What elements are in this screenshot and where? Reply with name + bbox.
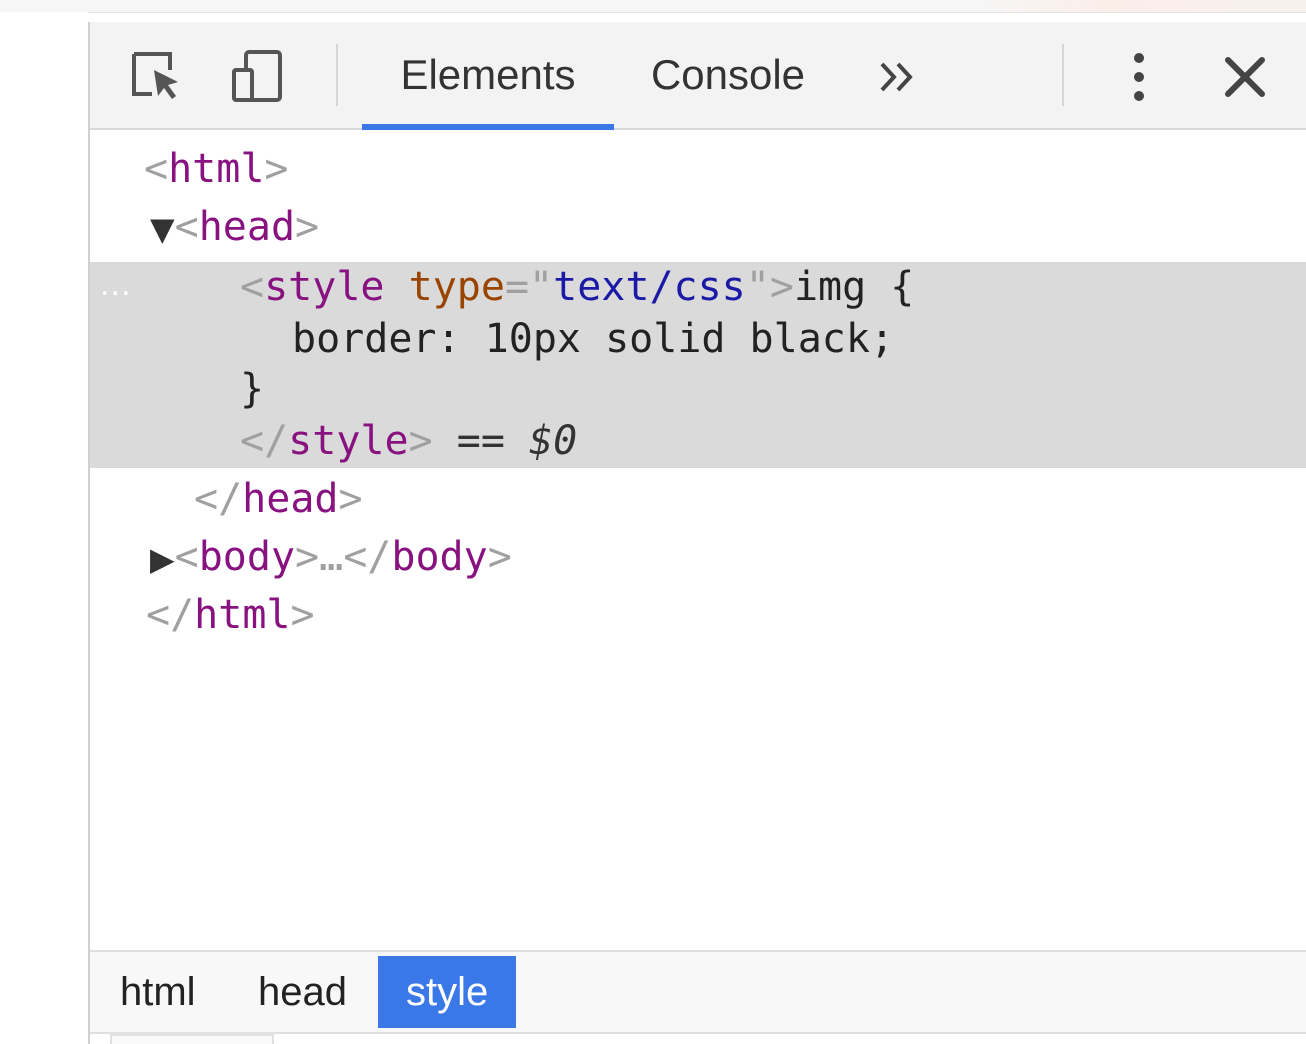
device-toolbar-icon[interactable] (230, 48, 286, 104)
bracket: </ (146, 592, 195, 638)
bracket: > (487, 534, 512, 580)
bracket: </ (194, 476, 243, 522)
breadcrumb-style[interactable]: style (378, 956, 517, 1028)
tree-row-style-body[interactable]: border: 10px solid black; (292, 310, 894, 368)
bracket: > (290, 592, 315, 638)
tree-row-head[interactable]: ▼<head> (150, 198, 319, 256)
more-options-icon[interactable] (1124, 50, 1154, 104)
more-tabs-icon[interactable] (874, 52, 924, 102)
tree-row-html[interactable]: <html> (144, 140, 289, 198)
breadcrumb: html head style (90, 950, 1306, 1034)
tag-name: style (288, 418, 409, 464)
devtools-toolbar: Elements Console (90, 22, 1306, 130)
node-actions-dots[interactable]: ... (100, 268, 132, 303)
tag-name: head (242, 476, 339, 522)
expand-arrow-icon[interactable]: ▶ (150, 540, 175, 578)
attribute-quote-close: "> (745, 264, 794, 310)
close-icon[interactable] (1220, 52, 1270, 102)
tree-row-style-close[interactable]: </style> == $0 (240, 412, 577, 470)
tag-name: body (198, 534, 296, 580)
attribute-equals: =" (504, 264, 554, 310)
attribute-name[interactable]: type (409, 264, 505, 310)
collapsed-content[interactable]: >…</ (295, 534, 391, 580)
dom-tree: ... <html> ▼<head> <style type="text/css… (90, 130, 1306, 950)
bracket: > (338, 476, 363, 522)
top-strip-blur (976, 0, 1306, 12)
inspect-element-icon[interactable] (128, 48, 184, 104)
bracket: > (408, 418, 433, 464)
collapse-arrow-icon[interactable]: ▼ (150, 210, 175, 248)
bracket: > (264, 146, 289, 192)
browser-window: Elements Console ... <html> ▼<head> <sty… (0, 0, 1306, 1044)
console-ref-hint: == (432, 418, 530, 464)
tag-name: style (264, 264, 385, 310)
bracket: < (240, 264, 265, 310)
tree-row-body[interactable]: ▶<body>…</body> (150, 528, 512, 586)
tree-row-style[interactable]: <style type="text/css">img { (240, 258, 914, 316)
tree-row-style-brace[interactable]: } (240, 360, 264, 418)
breadcrumb-html[interactable]: html (92, 956, 224, 1028)
devtools-panel: Elements Console ... <html> ▼<head> <sty… (88, 22, 1306, 1044)
browser-top-strip (0, 0, 1306, 13)
bracket: </ (240, 418, 289, 464)
console-ref-var: $0 (529, 418, 578, 464)
bracket: < (144, 146, 169, 192)
tree-row-html-close[interactable]: </html> (146, 586, 315, 644)
attribute-value[interactable]: text/css (553, 264, 746, 310)
style-text-brace[interactable]: } (240, 366, 264, 412)
toolbar-divider (1062, 44, 1064, 106)
bracket: > (295, 204, 320, 250)
style-text-start[interactable]: img { (794, 264, 914, 310)
tag-name: html (168, 146, 265, 192)
tree-row-head-close[interactable]: </head> (194, 470, 363, 528)
page-viewport (0, 12, 88, 1044)
style-text-body[interactable]: border: 10px solid black; (292, 316, 894, 362)
breadcrumb-head[interactable]: head (230, 956, 375, 1028)
toolbar-divider (336, 44, 338, 106)
tag-name: body (391, 534, 488, 580)
tag-name: html (194, 592, 291, 638)
tab-console[interactable]: Console (630, 22, 826, 128)
drawer-tab-stub (110, 1034, 274, 1044)
tab-elements[interactable]: Elements (362, 22, 614, 128)
bracket: < (174, 204, 199, 250)
tag-name: head (198, 204, 296, 250)
bracket: < (174, 534, 199, 580)
